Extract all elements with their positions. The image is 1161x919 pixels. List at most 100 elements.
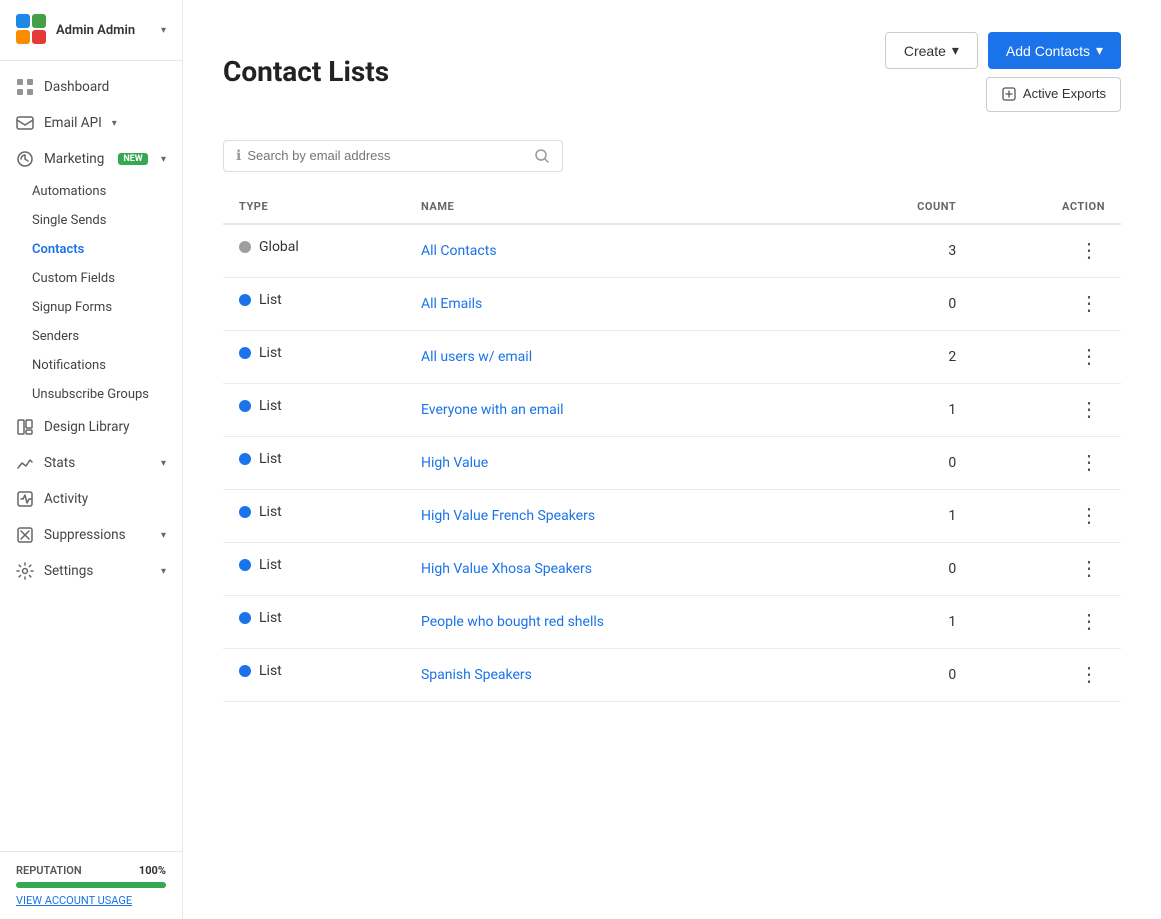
reputation-bar-fill [16,882,166,888]
table-cell-action[interactable]: ⋮ [972,648,1121,701]
app-logo-icon [16,14,48,46]
search-box[interactable]: ℹ [223,140,563,172]
sidebar-item-marketing[interactable]: Marketing NEW ▾ [0,141,182,177]
row-more-button[interactable]: ⋮ [1073,345,1105,369]
sidebar-item-automations[interactable]: Automations [0,177,182,206]
table-row: List Everyone with an email 1 ⋮ [223,383,1121,436]
stats-icon [16,454,34,472]
design-library-icon [16,418,34,436]
search-icon [534,148,550,164]
sidebar-item-contacts[interactable]: Contacts [0,235,182,264]
row-more-button[interactable]: ⋮ [1073,451,1105,475]
contact-list-link[interactable]: Spanish Speakers [421,667,532,683]
table-cell-action[interactable]: ⋮ [972,330,1121,383]
sidebar-item-dashboard[interactable]: Dashboard [0,69,182,105]
table-cell-name[interactable]: High Value French Speakers [405,489,831,542]
sidebar-item-custom-fields[interactable]: Custom Fields [0,264,182,293]
table-cell-name[interactable]: High Value Xhosa Speakers [405,542,831,595]
contact-list-link[interactable]: High Value [421,455,488,471]
sidebar-item-signup-forms[interactable]: Signup Forms [0,293,182,322]
row-more-button[interactable]: ⋮ [1073,398,1105,422]
row-more-button[interactable]: ⋮ [1073,292,1105,316]
sidebar-item-unsubscribe-groups[interactable]: Unsubscribe Groups [0,380,182,409]
row-more-button[interactable]: ⋮ [1073,557,1105,581]
view-account-usage-link[interactable]: View Account Usage [16,894,166,907]
email-api-icon [16,114,34,132]
create-button[interactable]: Create ▾ [885,32,978,69]
sidebar-bottom: Reputation 100% View Account Usage [0,851,182,919]
table-cell-name[interactable]: People who bought red shells [405,595,831,648]
table-header: TYPE NAME COUNT ACTION [223,190,1121,224]
table-cell-type: List [223,490,405,534]
table-cell-action[interactable]: ⋮ [972,383,1121,436]
row-more-button[interactable]: ⋮ [1073,504,1105,528]
sidebar-item-label-email-api: Email API [44,115,102,131]
table-cell-type: List [223,278,405,322]
col-header-count: COUNT [831,190,972,224]
contact-list-link[interactable]: High Value Xhosa Speakers [421,561,592,577]
sidebar-item-label-design-library: Design Library [44,419,130,435]
reputation-value: 100% [139,864,166,877]
type-dot-icon [239,347,251,359]
contact-list-link[interactable]: All users w/ email [421,349,532,365]
table-row: List High Value French Speakers 1 ⋮ [223,489,1121,542]
suppressions-icon [16,526,34,544]
sidebar-item-activity[interactable]: Activity [0,481,182,517]
settings-chevron-icon: ▾ [161,566,166,577]
marketing-icon [16,150,34,168]
sidebar-item-settings[interactable]: Settings ▾ [0,553,182,589]
table-cell-name[interactable]: Everyone with an email [405,383,831,436]
type-dot-icon [239,559,251,571]
type-dot-icon [239,612,251,624]
contact-list-link[interactable]: All Emails [421,296,482,312]
table-cell-type: List [223,331,405,375]
dashboard-icon [16,78,34,96]
sidebar-item-email-api[interactable]: Email API ▾ [0,105,182,141]
sidebar-item-label-settings: Settings [44,563,93,579]
sidebar-item-stats[interactable]: Stats ▾ [0,445,182,481]
active-exports-button[interactable]: Active Exports [986,77,1121,112]
contact-list-link[interactable]: High Value French Speakers [421,508,595,524]
table-cell-name[interactable]: High Value [405,436,831,489]
table-cell-action[interactable]: ⋮ [972,224,1121,278]
sidebar-item-single-sends[interactable]: Single Sends [0,206,182,235]
table-cell-name[interactable]: Spanish Speakers [405,648,831,701]
col-header-name: NAME [405,190,831,224]
type-dot-icon [239,400,251,412]
sidebar-item-notifications[interactable]: Notifications [0,351,182,380]
table-cell-name[interactable]: All Contacts [405,224,831,278]
table-cell-count: 1 [831,489,972,542]
type-dot-icon [239,453,251,465]
sidebar-header[interactable]: Admin Admin ▾ [0,0,182,61]
table-cell-action[interactable]: ⋮ [972,595,1121,648]
table-cell-count: 3 [831,224,972,278]
sidebar-item-design-library[interactable]: Design Library [0,409,182,445]
create-chevron-icon: ▾ [952,42,959,59]
page-title: Contact Lists [223,55,389,88]
row-more-button[interactable]: ⋮ [1073,239,1105,263]
contact-list-link[interactable]: Everyone with an email [421,402,564,418]
sidebar-item-senders[interactable]: Senders [0,322,182,351]
contact-list-link[interactable]: All Contacts [421,243,497,259]
table-cell-action[interactable]: ⋮ [972,436,1121,489]
row-more-button[interactable]: ⋮ [1073,663,1105,687]
add-contacts-button[interactable]: Add Contacts ▾ [988,32,1121,69]
table-cell-count: 0 [831,436,972,489]
suppressions-chevron-icon: ▾ [161,530,166,541]
table-cell-name[interactable]: All Emails [405,277,831,330]
row-more-button[interactable]: ⋮ [1073,610,1105,634]
table-cell-count: 2 [831,330,972,383]
toolbar-row: ℹ [223,140,1121,172]
table-cell-action[interactable]: ⋮ [972,542,1121,595]
col-header-type: TYPE [223,190,405,224]
table-cell-name[interactable]: All users w/ email [405,330,831,383]
table-cell-action[interactable]: ⋮ [972,277,1121,330]
add-contacts-chevron-icon: ▾ [1096,42,1103,59]
table-cell-type: List [223,437,405,481]
sidebar-item-suppressions[interactable]: Suppressions ▾ [0,517,182,553]
table-row: List People who bought red shells 1 ⋮ [223,595,1121,648]
contact-list-link[interactable]: People who bought red shells [421,614,604,630]
table-cell-action[interactable]: ⋮ [972,489,1121,542]
search-input[interactable] [247,148,528,163]
main-content: Contact Lists Create ▾ Add Contacts ▾ [183,0,1161,919]
